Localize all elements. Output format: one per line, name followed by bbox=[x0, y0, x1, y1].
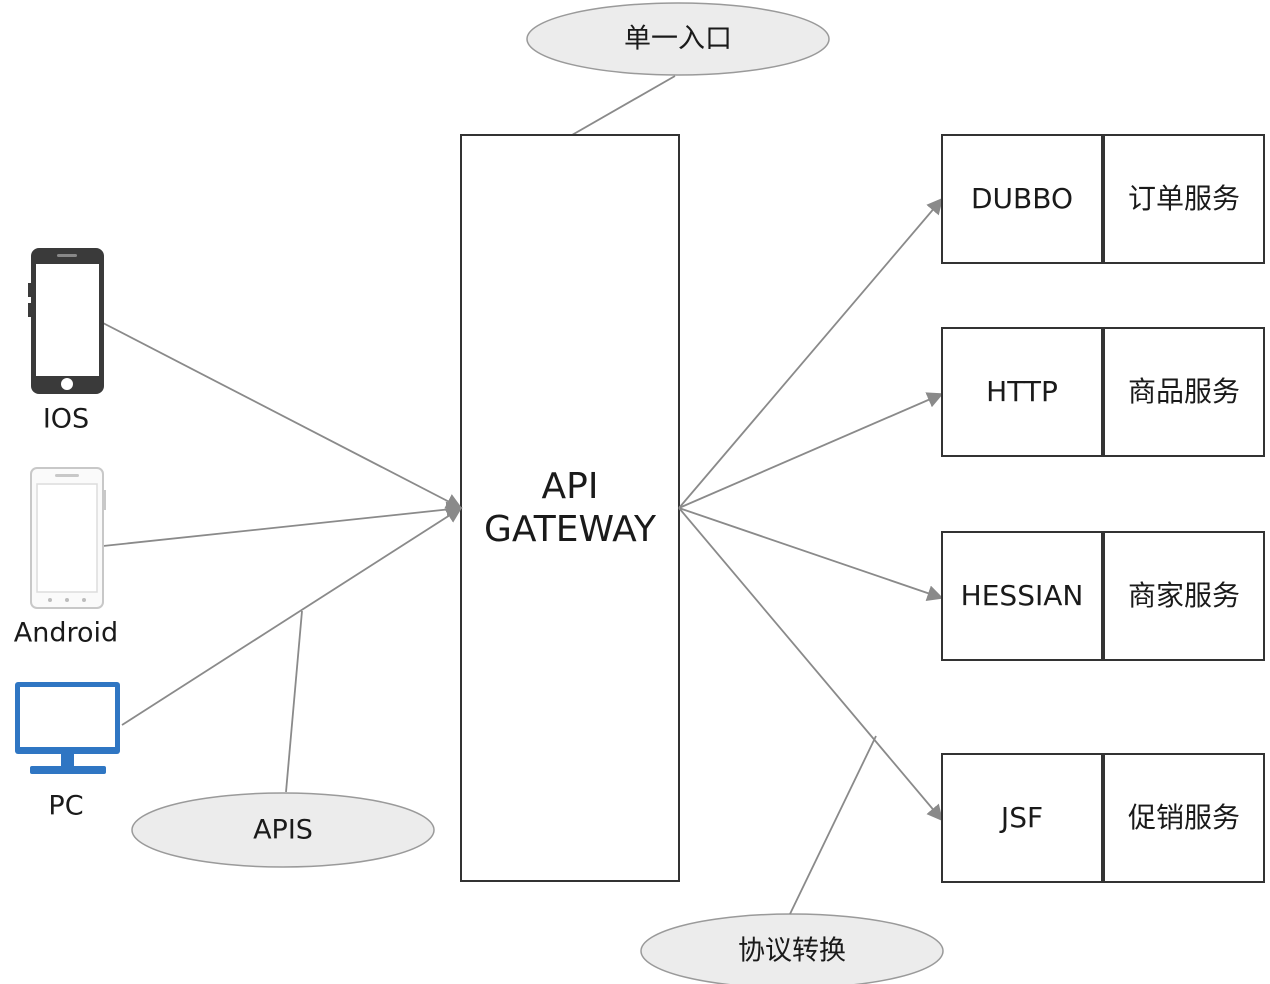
single-entry-label: 单一入口 bbox=[624, 23, 732, 55]
single-entry-connector bbox=[571, 75, 676, 136]
service-name-label: 订单服务 bbox=[1127, 182, 1241, 215]
android-label: Android bbox=[13, 617, 119, 649]
protocol-conversion-label: 协议转换 bbox=[738, 935, 846, 967]
protocol-conversion-connector bbox=[789, 735, 877, 915]
service-protocol-label: HESSIAN bbox=[960, 579, 1084, 612]
http-arrow bbox=[678, 392, 944, 509]
pc-arrow bbox=[121, 507, 463, 726]
service-protocol-label: DUBBO bbox=[970, 182, 1074, 215]
gateway-label: API GATEWAY bbox=[484, 465, 656, 551]
apis-connector bbox=[285, 610, 303, 793]
ios-phone-icon bbox=[28, 248, 104, 394]
service-name-label: 商家服务 bbox=[1127, 579, 1241, 612]
ios-arrow bbox=[102, 322, 463, 509]
pc-label: PC bbox=[48, 790, 84, 822]
apis-label: APIS bbox=[253, 814, 313, 846]
android-arrow bbox=[102, 501, 463, 547]
dubbo-arrow bbox=[678, 197, 944, 509]
hessian-arrow bbox=[678, 507, 944, 601]
jsf-arrow bbox=[678, 507, 944, 822]
service-protocol-label: JSF bbox=[1000, 801, 1044, 834]
service-name-label: 商品服务 bbox=[1127, 375, 1241, 408]
android-phone-icon bbox=[30, 467, 106, 609]
gateway-label-line1: API bbox=[541, 465, 599, 507]
service-protocol-label: HTTP bbox=[986, 375, 1058, 408]
pc-monitor-icon bbox=[15, 682, 120, 774]
service-name-label: 促销服务 bbox=[1127, 801, 1241, 834]
ios-label: IOS bbox=[42, 403, 90, 435]
gateway-label-line2: GATEWAY bbox=[484, 509, 656, 550]
